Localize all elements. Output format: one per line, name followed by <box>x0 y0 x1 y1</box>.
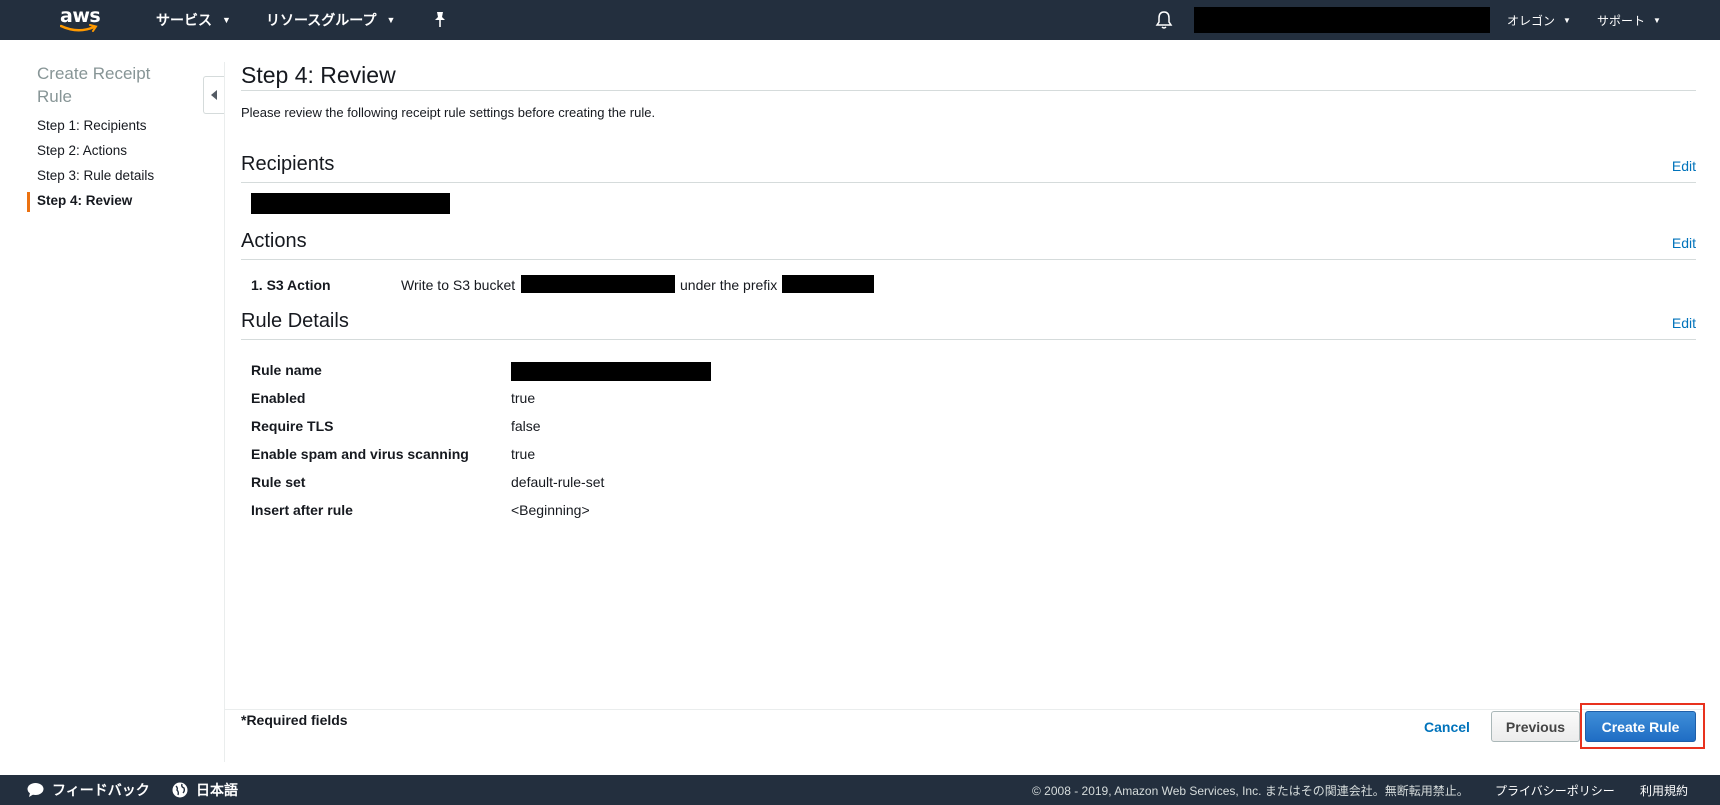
aws-smile-icon <box>60 24 98 32</box>
sidebar-title: Create Receipt Rule <box>37 64 151 106</box>
top-nav: aws サービス ▼ リソースグループ ▼ オレゴン ▼ サポート ▼ <box>0 0 1720 40</box>
actions-divider <box>241 259 1696 260</box>
spam-scan-value: true <box>511 446 536 462</box>
enabled-value: true <box>511 390 536 406</box>
chevron-down-icon: ▼ <box>222 15 231 25</box>
speech-bubble-icon <box>27 783 44 797</box>
sidebar-item-step-4[interactable]: Step 4: Review <box>37 193 132 208</box>
s3-action-text-prefix: under the prefix <box>680 277 778 293</box>
services-label: サービス <box>156 12 212 28</box>
recipients-divider <box>241 182 1696 183</box>
recipients-section-title: Recipients <box>241 153 335 175</box>
chevron-down-icon: ▼ <box>386 15 396 25</box>
required-fields-note: *Required fields <box>241 712 348 728</box>
recipient-value <box>251 193 450 214</box>
previous-button[interactable]: Previous <box>1491 711 1580 742</box>
support-label: サポート <box>1597 13 1646 28</box>
region-label: オレゴン <box>1507 13 1556 28</box>
page-title: Step 4: Review <box>241 62 396 88</box>
active-step-marker <box>27 192 30 212</box>
cancel-button[interactable]: Cancel <box>1424 719 1470 735</box>
s3-action-label: 1. S3 Action <box>251 277 331 293</box>
rule-details-section-title: Rule Details <box>241 310 349 332</box>
support-menu[interactable]: サポート ▼ <box>1597 0 1661 40</box>
copyright-text: © 2008 - 2019, Amazon Web Services, Inc.… <box>1032 783 1469 798</box>
collapse-sidebar-button[interactable] <box>203 76 225 114</box>
sidebar-item-step-1[interactable]: Step 1: Recipients <box>37 118 147 133</box>
title-divider <box>241 90 1696 91</box>
bottom-bar: フィードバック 日本語 © 2008 - 2019, Amazon Web Se… <box>0 775 1720 805</box>
resource-groups-menu[interactable]: リソースグループ ▼ <box>266 0 395 40</box>
rule-name-value <box>511 362 711 381</box>
s3-action-text-bucket: Write to S3 bucket <box>401 277 516 293</box>
feedback-label: フィードバック <box>52 782 150 798</box>
require-tls-value: false <box>511 418 541 434</box>
edit-actions-link[interactable]: Edit <box>1672 235 1696 251</box>
enabled-label: Enabled <box>251 390 306 406</box>
language-selector[interactable]: 日本語 <box>172 775 238 805</box>
bell-icon[interactable] <box>1155 10 1173 30</box>
s3-bucket-value <box>521 275 675 293</box>
chevron-left-icon <box>211 90 217 100</box>
insert-after-value: <Beginning> <box>511 502 590 518</box>
intro-text: Please review the following receipt rule… <box>241 105 656 120</box>
wizard-sidebar: Create Receipt Rule Step 1: Recipients S… <box>0 40 224 775</box>
actions-section-title: Actions <box>241 230 307 252</box>
rule-name-label: Rule name <box>251 362 322 378</box>
account-menu[interactable] <box>1194 7 1490 33</box>
aws-logo[interactable]: aws <box>58 4 106 36</box>
region-menu[interactable]: オレゴン ▼ <box>1507 0 1571 40</box>
chevron-down-icon: ▼ <box>1563 15 1571 25</box>
rule-set-label: Rule set <box>251 474 306 490</box>
globe-icon <box>172 782 188 798</box>
s3-prefix-value <box>782 275 874 293</box>
terms-link[interactable]: 利用規約 <box>1640 775 1688 805</box>
create-rule-button[interactable]: Create Rule <box>1585 711 1696 742</box>
pin-icon[interactable] <box>432 11 448 29</box>
edit-recipients-link[interactable]: Edit <box>1672 158 1696 174</box>
spam-scan-label: Enable spam and virus scanning <box>251 446 469 462</box>
rule-set-value: default-rule-set <box>511 474 605 490</box>
insert-after-label: Insert after rule <box>251 502 353 518</box>
chevron-down-icon: ▼ <box>1653 15 1661 25</box>
resource-groups-label: リソースグループ <box>266 12 377 28</box>
services-menu[interactable]: サービス ▼ <box>156 0 231 40</box>
rule-details-divider <box>241 339 1696 340</box>
edit-rule-details-link[interactable]: Edit <box>1672 315 1696 331</box>
feedback-button[interactable]: フィードバック <box>27 775 150 805</box>
privacy-policy-link[interactable]: プライバシーポリシー <box>1495 775 1615 805</box>
sidebar-item-step-3[interactable]: Step 3: Rule details <box>37 168 154 183</box>
sidebar-item-step-2[interactable]: Step 2: Actions <box>37 143 127 158</box>
require-tls-label: Require TLS <box>251 418 334 434</box>
wizard-footer-divider <box>225 709 1705 710</box>
language-label: 日本語 <box>196 782 238 798</box>
sidebar-divider <box>224 62 225 762</box>
